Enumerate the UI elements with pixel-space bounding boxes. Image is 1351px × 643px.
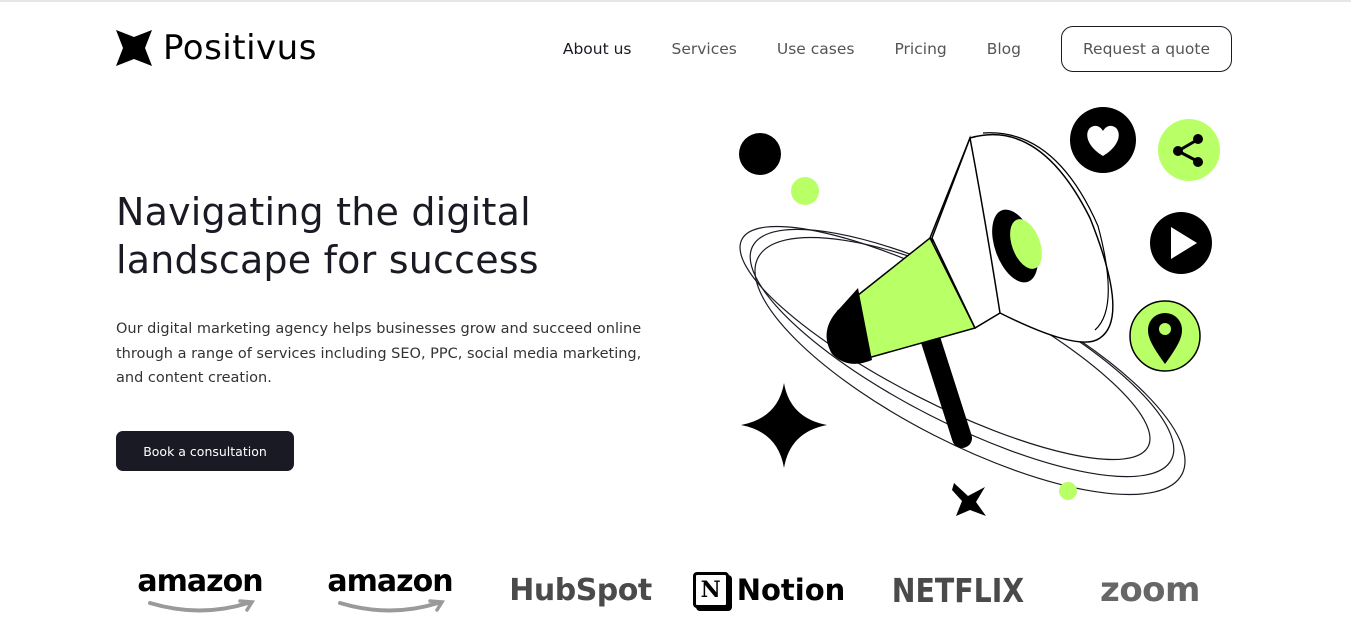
brand-logo[interactable]: Positivus <box>116 30 317 66</box>
nav-about-us[interactable]: About us <box>563 40 632 58</box>
top-border <box>0 0 1351 2</box>
nav-use-cases[interactable]: Use cases <box>777 40 855 58</box>
play-icon <box>1150 212 1212 274</box>
star-small-icon <box>952 483 986 516</box>
brand-name: Positivus <box>163 28 317 68</box>
nav-services[interactable]: Services <box>672 40 737 58</box>
black-dot <box>739 133 781 175</box>
amazon-smile-icon <box>338 599 446 613</box>
share-icon <box>1158 119 1220 181</box>
megaphone-icon <box>826 132 1114 448</box>
client-logo-hubspot: HubSpot <box>509 572 652 608</box>
main-nav: About us Services Use cases Pricing Blog… <box>563 26 1232 72</box>
client-logo-zoom: zoom <box>1100 570 1200 610</box>
nav-pricing[interactable]: Pricing <box>894 40 946 58</box>
client-logos: amazon amazon HubSpot N Notion NETFLIX z… <box>100 555 1250 630</box>
notion-logo-icon: N <box>692 572 729 608</box>
green-dot-small <box>1059 482 1077 500</box>
client-logo-notion: N Notion <box>692 555 845 625</box>
star-icon <box>741 383 827 468</box>
client-logo-amazon-2: amazon <box>320 555 460 625</box>
hero-description: Our digital marketing agency helps busin… <box>116 321 642 386</box>
client-logo-netflix: NETFLIX <box>891 570 1024 610</box>
book-consultation-button[interactable]: Book a consultation <box>116 431 294 471</box>
positivus-logo-icon <box>116 30 152 66</box>
amazon-smile-icon <box>148 599 256 613</box>
nav-blog[interactable]: Blog <box>987 40 1021 58</box>
heart-icon <box>1070 107 1136 173</box>
green-dot <box>791 177 819 205</box>
client-logo-amazon: amazon <box>130 555 270 625</box>
request-quote-button[interactable]: Request a quote <box>1061 26 1232 72</box>
hero-title: Navigating the digital landscape for suc… <box>116 190 539 282</box>
location-pin-icon <box>1129 300 1201 372</box>
hero-illustration <box>739 107 1220 516</box>
